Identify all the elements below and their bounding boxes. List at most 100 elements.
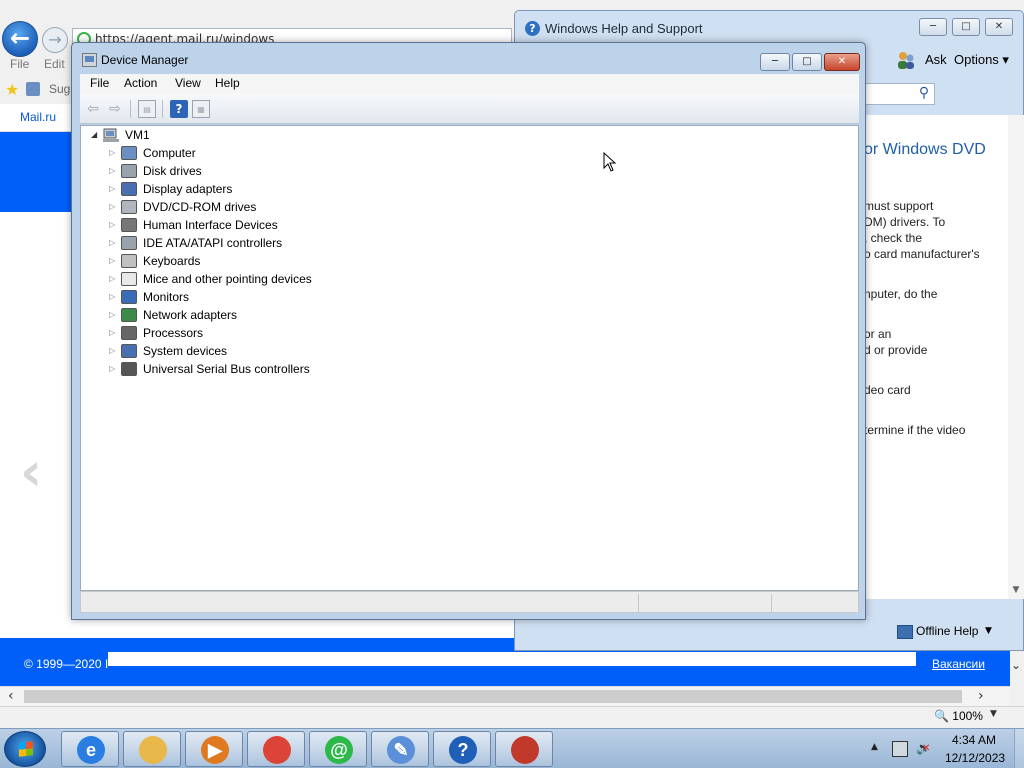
taskbar-mail-agent[interactable]: @ (309, 731, 367, 767)
scrollbar-thumb[interactable] (24, 690, 962, 703)
tree-item[interactable]: ▷ Disk drives (81, 162, 481, 180)
tree-item-label: Computer (143, 146, 196, 160)
help-close-button[interactable]: ✕ (985, 18, 1013, 36)
ask-people-icon[interactable] (895, 49, 917, 71)
hid-icon (121, 218, 137, 232)
footer-overlay (108, 652, 916, 666)
tree-item[interactable]: ▷ System devices (81, 342, 481, 360)
expand-icon[interactable]: ▷ (109, 166, 115, 175)
expand-icon[interactable]: ▷ (109, 328, 115, 337)
maximize-button[interactable]: □ (792, 53, 822, 71)
tree-item[interactable]: ▷ Mice and other pointing devices (81, 270, 481, 288)
taskbar-media-player[interactable]: ▶ (185, 731, 243, 767)
offline-help-button[interactable]: Offline Help (916, 624, 978, 638)
help-icon[interactable]: ? (170, 100, 188, 118)
tree-item[interactable]: ▷ Keyboards (81, 252, 481, 270)
forward-button[interactable]: → (42, 27, 68, 53)
clock-date[interactable]: 12/12/2023 (945, 751, 1005, 765)
options-menu[interactable]: Options ▾ (954, 52, 1009, 68)
mailru-link[interactable]: Mail.ru (20, 110, 56, 124)
windows-explorer-icon (139, 736, 167, 764)
expand-icon[interactable]: ▷ (109, 274, 115, 283)
forward-arrow-icon[interactable]: ⇨ (106, 100, 124, 118)
tree-item-label: Display adapters (143, 182, 233, 196)
browser-menu-file[interactable]: File (10, 57, 29, 71)
media-player-icon: ▶ (201, 736, 229, 764)
expand-icon[interactable]: ▷ (109, 238, 115, 247)
expand-icon[interactable]: ▷ (109, 148, 115, 157)
tree-item-label: Network adapters (143, 308, 238, 322)
scroll-right-icon[interactable]: › (978, 687, 984, 705)
help-minimize-button[interactable]: ─ (919, 18, 947, 36)
network-adapter-icon (121, 308, 137, 322)
show-desktop-button[interactable] (1014, 729, 1024, 768)
suggested-sites-link[interactable]: Sug (49, 82, 70, 96)
windows-logo-icon (19, 741, 33, 757)
help-article: or Windows DVD must support DM) drivers.… (860, 115, 1008, 599)
tree-root[interactable]: ◢ VM1 (81, 126, 481, 144)
back-arrow-icon[interactable]: ⇦ (84, 100, 102, 118)
menu-file[interactable]: File (90, 76, 109, 90)
scroll-down-icon[interactable]: ▼ (1008, 585, 1024, 595)
chrome-icon (263, 736, 291, 764)
menu-view[interactable]: View (175, 76, 201, 90)
tree-item[interactable]: ▷ Human Interface Devices (81, 216, 481, 234)
expand-icon[interactable]: ▷ (109, 202, 115, 211)
expand-icon[interactable]: ▷ (109, 256, 115, 265)
tree-item-label: Keyboards (143, 254, 201, 268)
taskbar-device-manager-toolbox[interactable] (495, 731, 553, 767)
horizontal-scrollbar[interactable]: ‹ › (0, 686, 1010, 706)
properties-icon[interactable]: ▦ (192, 100, 210, 118)
taskbar-help-support[interactable]: ? (433, 731, 491, 767)
carousel-prev-icon[interactable]: ‹ (20, 440, 42, 503)
taskbar-chrome[interactable] (247, 731, 305, 767)
taskbar-setup-tool[interactable]: ✎ (371, 731, 429, 767)
monitor-icon (121, 290, 137, 304)
tree-item[interactable]: ▷ Display adapters (81, 180, 481, 198)
taskbar-windows-explorer[interactable] (123, 731, 181, 767)
zoom-dropdown-icon[interactable]: ▼ (990, 709, 997, 719)
scroll-down-icon[interactable]: ⌄ (1008, 656, 1024, 674)
network-icon[interactable] (892, 741, 908, 757)
device-manager-window: Device Manager ─ □ ✕ File Action View He… (71, 42, 866, 620)
collapse-icon[interactable]: ◢ (91, 130, 97, 139)
menu-action[interactable]: Action (124, 76, 157, 90)
close-button[interactable]: ✕ (824, 53, 860, 71)
expand-icon[interactable]: ▷ (109, 292, 115, 301)
show-hidden-icons-icon[interactable]: ▲ (871, 742, 878, 752)
help-maximize-button[interactable]: □ (952, 18, 980, 36)
tree-item[interactable]: ▷ DVD/CD-ROM drives (81, 198, 481, 216)
expand-icon[interactable]: ▷ (109, 346, 115, 355)
expand-icon[interactable]: ▷ (109, 184, 115, 193)
expand-icon[interactable]: ▷ (109, 220, 115, 229)
tree-item[interactable]: ▷ Processors (81, 324, 481, 342)
menu-help[interactable]: Help (215, 76, 240, 90)
tree-item[interactable]: ▷ Computer (81, 144, 481, 162)
tree-item[interactable]: ▷ Monitors (81, 288, 481, 306)
tree-item-label: Monitors (143, 290, 190, 304)
clock-time[interactable]: 4:34 AM (952, 733, 996, 747)
device-tree[interactable]: ◢ VM1 ▷ Computer ▷ Disk drives ▷ Display adap… (80, 125, 859, 591)
favorites-star-icon[interactable]: ★ (5, 80, 19, 99)
expand-icon[interactable]: ▷ (109, 364, 115, 373)
keyboard-icon (121, 254, 137, 268)
browser-menu-edit[interactable]: Edit (44, 57, 65, 71)
chevron-down-icon[interactable]: ▼ (985, 626, 992, 636)
footer-vacancies-link[interactable]: Вакансии (932, 657, 985, 671)
expand-icon[interactable]: ▷ (109, 310, 115, 319)
scroll-left-icon[interactable]: ‹ (8, 687, 14, 705)
minimize-button[interactable]: ─ (760, 53, 790, 71)
start-button[interactable] (4, 731, 46, 767)
suggested-sites-icon[interactable] (26, 82, 40, 96)
back-button[interactable]: ← (2, 21, 38, 57)
tree-item[interactable]: ▷ Universal Serial Bus controllers (81, 360, 481, 378)
tree-item[interactable]: ▷ Network adapters (81, 306, 481, 324)
device-manager-icon (82, 53, 97, 67)
taskbar-internet-explorer[interactable]: e (61, 731, 119, 767)
show-hide-tree-icon[interactable]: ▤ (138, 100, 156, 118)
ask-button[interactable]: Ask (925, 52, 947, 67)
help-scrollbar[interactable]: ▼ (1008, 115, 1024, 599)
zoom-level[interactable]: 🔍 100% (934, 709, 983, 723)
tree-item[interactable]: ▷ IDE ATA/ATAPI controllers (81, 234, 481, 252)
search-icon[interactable]: ⚲ (913, 83, 935, 103)
